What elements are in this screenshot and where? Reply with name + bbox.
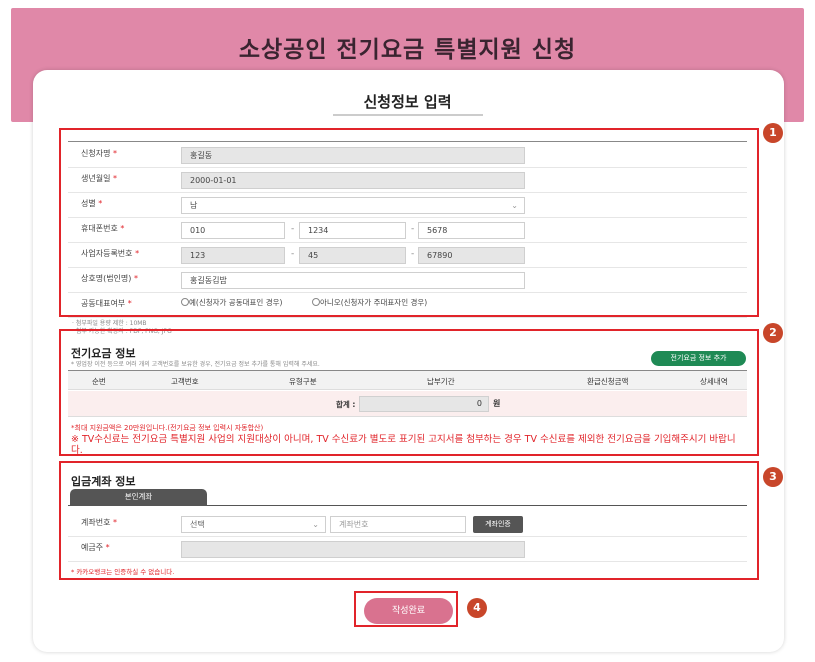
label-account-no: 계좌번호 [81,518,111,527]
birth-input[interactable]: 2000-01-01 [181,172,525,189]
required-mark: * [113,518,117,527]
label-bizno: 사업자등록번호 [81,249,133,258]
step-badge-2: 2 [763,323,783,343]
label-birth: 생년월일 [81,174,111,183]
bank-select[interactable]: 선택 ⌄ [181,516,326,533]
company-input[interactable]: 홍길동김밥 [181,272,525,289]
bizno-input-1[interactable]: 123 [181,247,285,264]
required-mark: * [133,274,138,283]
tab-own-account[interactable]: 본인계좌 [70,489,207,505]
label-gender: 성별 [81,199,96,208]
step-badge-3: 3 [763,467,783,487]
row-birth: 생년월일 * 2000-01-01 [68,168,747,193]
electric-table-header: 순번 고객번호 유형구분 납부기간 환급신청금액 상세내역 [68,370,747,390]
electric-subtext: * 영업장 이전 등으로 여러 개의 고객번호를 보유한 경우, 전기요금 정보… [71,361,320,368]
phone-input-1[interactable]: 010 [181,222,285,239]
required-mark: * [105,543,110,552]
submit-button[interactable]: 작성완료 [364,598,453,624]
row-gender: 성별 * 남 ⌄ [68,193,747,218]
phone-input-3[interactable]: 5678 [418,222,525,239]
electric-total-row: 합계 : 0 원 [68,391,747,417]
col-refund: 환급신청금액 [587,377,629,386]
required-mark: * [127,299,132,308]
required-mark: * [113,149,117,158]
row-bizno: 사업자등록번호 * 123 - 45 - 67890 [68,243,747,268]
section-subtitle: 신청정보 입력 [363,93,452,111]
required-mark: * [120,224,125,233]
account-title: 입금계좌 정보 [71,475,136,488]
tab-underline [68,505,747,506]
kakaobank-note: * 카카오뱅크는 인증하실 수 없습니다. [71,568,175,576]
total-label: 합계 : [336,400,356,409]
verify-account-button[interactable]: 계좌인증 [473,516,523,533]
col-customer-no: 고객번호 [171,377,199,386]
row-corep: 공동대표여부 * 예(신청자가 공동대표인 경우) 아니오(신청자가 주대표자인… [68,293,747,318]
required-mark: * [98,199,103,208]
bizno-input-3[interactable]: 67890 [418,247,525,264]
account-number-input[interactable]: 계좌번호 [330,516,466,533]
row-company: 상호명(법인명) * 홍길동김밥 [68,268,747,293]
phone-dash-2: - [411,224,415,234]
row-account-no: 계좌번호 * 선택 ⌄ 계좌번호 [68,512,747,537]
page-title: 소상공인 전기요금 특별지원 신청 [238,37,577,63]
add-electric-button[interactable]: 전기요금 정보 추가 [651,351,746,366]
total-unit: 원 [493,399,501,408]
row-phone: 휴대폰번호 * 010 - 1234 - 5678 [68,218,747,243]
tv-fee-note: ※ TV수신료는 전기요금 특별지원 사업의 지원대상이 아니며, TV 수신료… [71,434,736,456]
label-corep: 공동대표여부 [81,299,126,308]
bizno-dash-2: - [411,249,415,259]
row-applicant-name: 신청자명 * 홍길동 [68,143,747,168]
subtitle-underline [333,114,483,116]
required-mark: * [113,174,117,183]
bizno-input-2[interactable]: 45 [299,247,406,264]
required-mark: * [135,249,140,258]
table-top-border [68,141,747,142]
total-amount-value: 0 [476,399,482,408]
label-applicant-name: 신청자명 [81,149,111,158]
col-period: 납부기간 [427,377,455,386]
step-badge-1: 1 [763,123,783,143]
corep-radio-no[interactable]: 아니오(신청자가 주대표자인 경우) [312,297,427,308]
col-detail: 상세내역 [700,377,728,386]
gender-select[interactable]: 남 ⌄ [181,197,525,214]
label-company: 상호명(법인명) [81,274,132,283]
total-amount-field: 0 [359,396,489,412]
bizno-dash-1: - [291,249,295,259]
gender-select-value: 남 [190,201,198,210]
row-holder: 예금주 * [68,537,747,562]
bank-select-value: 선택 [190,520,205,529]
radio-circle-icon [312,298,320,306]
corep-radio-yes[interactable]: 예(신청자가 공동대표인 경우) [181,297,282,308]
applicant-name-input[interactable]: 홍길동 [181,147,525,164]
chevron-down-icon: ⌄ [511,201,518,210]
account-holder-input[interactable] [181,541,525,558]
col-type: 유형구분 [289,377,317,386]
label-phone: 휴대폰번호 [81,224,118,233]
max-support-note: *최대 지원금액은 20만원입니다.(전기요금 정보 입력시 자동합산) [71,424,264,432]
phone-dash-1: - [291,224,295,234]
phone-input-2[interactable]: 1234 [299,222,406,239]
col-seq: 순번 [92,377,106,386]
label-holder: 예금주 [81,543,104,552]
chevron-down-icon: ⌄ [312,520,319,529]
radio-circle-icon [181,298,189,306]
step-badge-4: 4 [467,598,487,618]
